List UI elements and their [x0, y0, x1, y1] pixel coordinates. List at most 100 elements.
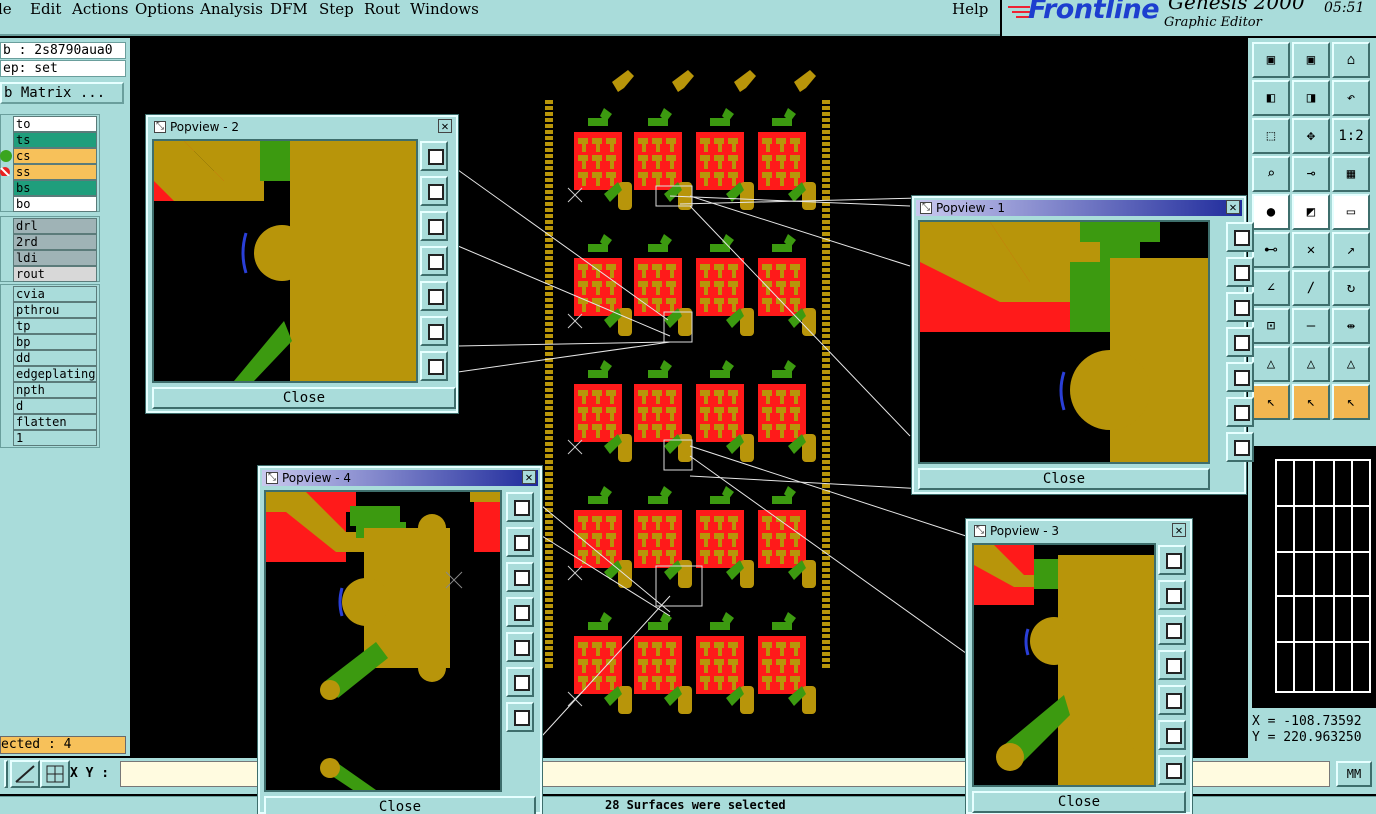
close-button[interactable]: Close — [972, 791, 1186, 813]
view-tool-icon[interactable] — [1158, 755, 1186, 785]
view-tool-icon[interactable] — [506, 667, 534, 697]
view-tool-icon[interactable] — [1226, 327, 1254, 357]
menu-windows[interactable]: Windows — [410, 0, 479, 18]
overview-map[interactable] — [1252, 446, 1376, 708]
layer-ldi[interactable]: ldi — [13, 250, 97, 266]
line-icon[interactable]: ∕ — [1292, 270, 1330, 306]
view-tool-icon[interactable] — [1226, 257, 1254, 287]
view-tool-icon[interactable] — [1158, 650, 1186, 680]
layer-flatten[interactable]: flatten — [13, 414, 97, 430]
menu-dfm[interactable]: DFM — [270, 0, 308, 18]
window-menu-icon[interactable]: ⤡ — [266, 472, 278, 484]
view-tool-icon[interactable] — [506, 597, 534, 627]
view-tool-icon[interactable] — [1226, 397, 1254, 427]
close-icon[interactable]: ✕ — [1226, 200, 1240, 214]
feature-icon[interactable]: ◩ — [1292, 194, 1330, 230]
view-tool-icon[interactable] — [1226, 292, 1254, 322]
triangle-up-icon[interactable]: △ — [1292, 346, 1330, 382]
layer-2rd[interactable]: 2rd — [13, 234, 97, 250]
pointer-select-icon[interactable]: ↖ — [1292, 384, 1330, 420]
menu-file[interactable]: le — [0, 0, 12, 18]
pan-down-icon[interactable]: ▣ — [1292, 42, 1330, 78]
popview-3[interactable]: ⤡ Popview - 3 ✕ Close — [965, 518, 1193, 814]
layer-pthrou[interactable]: pthrou — [13, 302, 97, 318]
close-button[interactable]: Close — [264, 796, 536, 814]
view-tool-icon[interactable] — [1158, 580, 1186, 610]
layer-cs[interactable]: cs — [13, 148, 97, 164]
layer-ss[interactable]: ss — [13, 164, 97, 180]
pointer-box-icon[interactable]: ↖ — [1332, 384, 1370, 420]
view-tool-icon[interactable] — [1158, 545, 1186, 575]
layer-npth[interactable]: npth — [13, 382, 97, 398]
snap-grid-icon[interactable] — [40, 760, 70, 788]
pointer-icon[interactable]: ↖ — [1252, 384, 1290, 420]
menu-rout[interactable]: Rout — [364, 0, 400, 18]
command-line[interactable] — [540, 761, 1330, 787]
view-tool-icon[interactable] — [420, 281, 448, 311]
view-tool-icon[interactable] — [1158, 615, 1186, 645]
popview-1[interactable]: ⤡ Popview - 1 ✕ Close — [911, 195, 1254, 495]
cursor-icon[interactable]: ⊸ — [1292, 156, 1330, 192]
layer-cvia[interactable]: cvia — [13, 286, 97, 302]
zoom-fit-icon[interactable]: ⬚ — [1252, 118, 1290, 154]
view-tool-icon[interactable] — [1226, 362, 1254, 392]
view-tool-icon[interactable] — [1226, 432, 1254, 462]
ruler-icon[interactable]: ▭ — [1332, 194, 1370, 230]
net-icon[interactable]: ⊷ — [1252, 232, 1290, 268]
one-to-two-icon[interactable]: 1:2 — [1332, 118, 1370, 154]
close-button[interactable]: Close — [918, 468, 1210, 490]
distance-icon[interactable]: — — [1292, 308, 1330, 344]
width-icon[interactable]: ⇹ — [1332, 308, 1370, 344]
layer-dd[interactable]: dd — [13, 350, 97, 366]
view-tool-icon[interactable] — [506, 527, 534, 557]
menu-help[interactable]: Help — [952, 0, 988, 18]
home-icon[interactable]: ⌂ — [1332, 42, 1370, 78]
close-button[interactable]: Close — [152, 387, 456, 409]
measure-icon[interactable] — [10, 760, 40, 788]
view-tool-icon[interactable] — [420, 211, 448, 241]
zoom-center-icon[interactable]: ✥ — [1292, 118, 1330, 154]
pan-left-icon[interactable]: ◧ — [1252, 80, 1290, 116]
layers-icon[interactable]: ▦ — [1332, 156, 1370, 192]
pad-icon[interactable]: ● — [1252, 194, 1290, 230]
view-tool-icon[interactable] — [506, 562, 534, 592]
popview-4[interactable]: ⤡ Popview - 4 ✕ Close — [257, 465, 543, 814]
popview-2[interactable]: ⤡ Popview - 2 ✕ Close — [145, 114, 459, 414]
view-tool-icon[interactable] — [1226, 222, 1254, 252]
bottom-tool-edge[interactable] — [4, 760, 8, 788]
pan-up-icon[interactable]: ▣ — [1252, 42, 1290, 78]
layer-ts[interactable]: ts — [13, 132, 97, 148]
popview-canvas[interactable] — [918, 220, 1210, 464]
window-menu-icon[interactable]: ⤡ — [974, 525, 986, 537]
layer-to[interactable]: to — [13, 116, 97, 132]
layer-tp[interactable]: tp — [13, 318, 97, 334]
popview-canvas[interactable] — [264, 490, 502, 792]
rotate-icon[interactable]: ↻ — [1332, 270, 1370, 306]
arrow-icon[interactable]: ↗ — [1332, 232, 1370, 268]
layer-edgeplating[interactable]: edgeplating — [13, 366, 97, 382]
snap-icon[interactable]: ✕ — [1292, 232, 1330, 268]
popview-canvas[interactable] — [972, 543, 1156, 787]
view-tool-icon[interactable] — [420, 351, 448, 381]
point-icon[interactable]: ⊡ — [1252, 308, 1290, 344]
menu-analysis[interactable]: Analysis — [200, 0, 263, 18]
layer-bp[interactable]: bp — [13, 334, 97, 350]
view-tool-icon[interactable] — [420, 176, 448, 206]
view-tool-icon[interactable] — [506, 632, 534, 662]
view-tool-icon[interactable] — [1158, 720, 1186, 750]
view-tool-icon[interactable] — [420, 246, 448, 276]
menu-options[interactable]: Options — [135, 0, 194, 18]
layer-d[interactable]: d — [13, 398, 97, 414]
pan-right-icon[interactable]: ◨ — [1292, 80, 1330, 116]
layer-drl[interactable]: drl — [13, 218, 97, 234]
matrix-button[interactable]: b Matrix ... — [0, 82, 124, 104]
view-tool-icon[interactable] — [506, 492, 534, 522]
view-tool-icon[interactable] — [420, 316, 448, 346]
popview-canvas[interactable] — [152, 139, 418, 383]
menu-actions[interactable]: Actions — [72, 0, 128, 18]
probe-icon[interactable]: ⌕ — [1252, 156, 1290, 192]
window-menu-icon[interactable]: ⤡ — [154, 121, 166, 133]
view-tool-icon[interactable] — [1158, 685, 1186, 715]
close-icon[interactable]: ✕ — [438, 119, 452, 133]
layer-rout[interactable]: rout — [13, 266, 97, 282]
